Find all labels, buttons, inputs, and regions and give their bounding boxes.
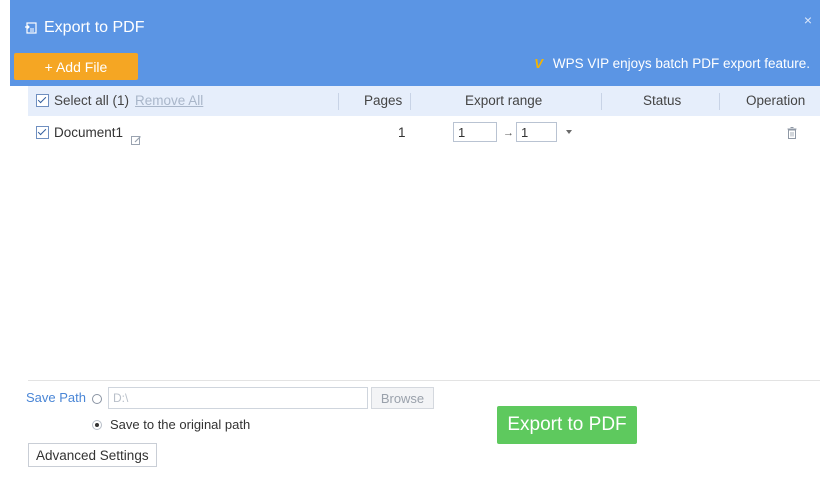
add-file-button[interactable]: + Add File (14, 53, 138, 80)
title-bar: Export to PDF (24, 16, 144, 40)
table-row: Document1 1 1 → 1 (28, 118, 820, 148)
divider (28, 380, 820, 381)
row-checkbox[interactable] (36, 125, 49, 139)
edit-icon[interactable] (131, 127, 142, 145)
range-to-input[interactable]: 1 (516, 122, 557, 142)
remove-all-link[interactable]: Remove All (135, 93, 203, 108)
select-all[interactable]: Select all (1) Remove All (36, 86, 203, 116)
save-path-input[interactable]: D:\ (108, 387, 368, 409)
original-path-label[interactable]: Save to the original path (110, 417, 250, 432)
range-from-input[interactable]: 1 (453, 122, 497, 142)
original-path-radio[interactable] (92, 420, 102, 430)
column-header-export-range: Export range (465, 93, 543, 108)
export-pdf-icon (24, 21, 38, 35)
column-divider (410, 93, 411, 110)
vip-note[interactable]: V WPS VIP enjoys batch PDF export featur… (534, 56, 810, 71)
vip-badge-icon: V (534, 56, 543, 71)
range-arrow: → (503, 127, 514, 139)
advanced-settings-button[interactable]: Advanced Settings (28, 443, 157, 467)
select-all-label: Select all (1) (54, 93, 130, 108)
document-name: Document1 (54, 125, 124, 140)
column-header-status: Status (643, 93, 682, 108)
column-divider (719, 93, 720, 110)
save-path-label: Save Path (26, 390, 86, 405)
vip-note-text: WPS VIP enjoys batch PDF export feature. (552, 56, 810, 71)
delete-icon[interactable] (787, 127, 797, 139)
export-to-pdf-dialog: Export to PDF × + Add File V WPS VIP enj… (10, 0, 820, 497)
chevron-down-icon[interactable] (566, 130, 572, 134)
dialog-header: Export to PDF × + Add File V WPS VIP enj… (10, 0, 820, 86)
dialog-title: Export to PDF (44, 19, 145, 36)
column-divider (338, 93, 339, 110)
column-header-operation: Operation (746, 93, 806, 108)
file-table-header: Select all (1) Remove All Pages Export ra… (28, 86, 820, 116)
column-header-pages: Pages (364, 93, 403, 108)
column-divider (601, 93, 602, 110)
select-all-checkbox[interactable] (36, 93, 49, 107)
browse-button[interactable]: Browse (371, 387, 434, 409)
close-icon[interactable]: × (804, 12, 812, 28)
custom-path-radio[interactable] (92, 394, 102, 404)
pages-value: 1 (398, 125, 406, 140)
document-cell: Document1 (36, 118, 142, 148)
export-to-pdf-button[interactable]: Export to PDF (497, 406, 637, 444)
